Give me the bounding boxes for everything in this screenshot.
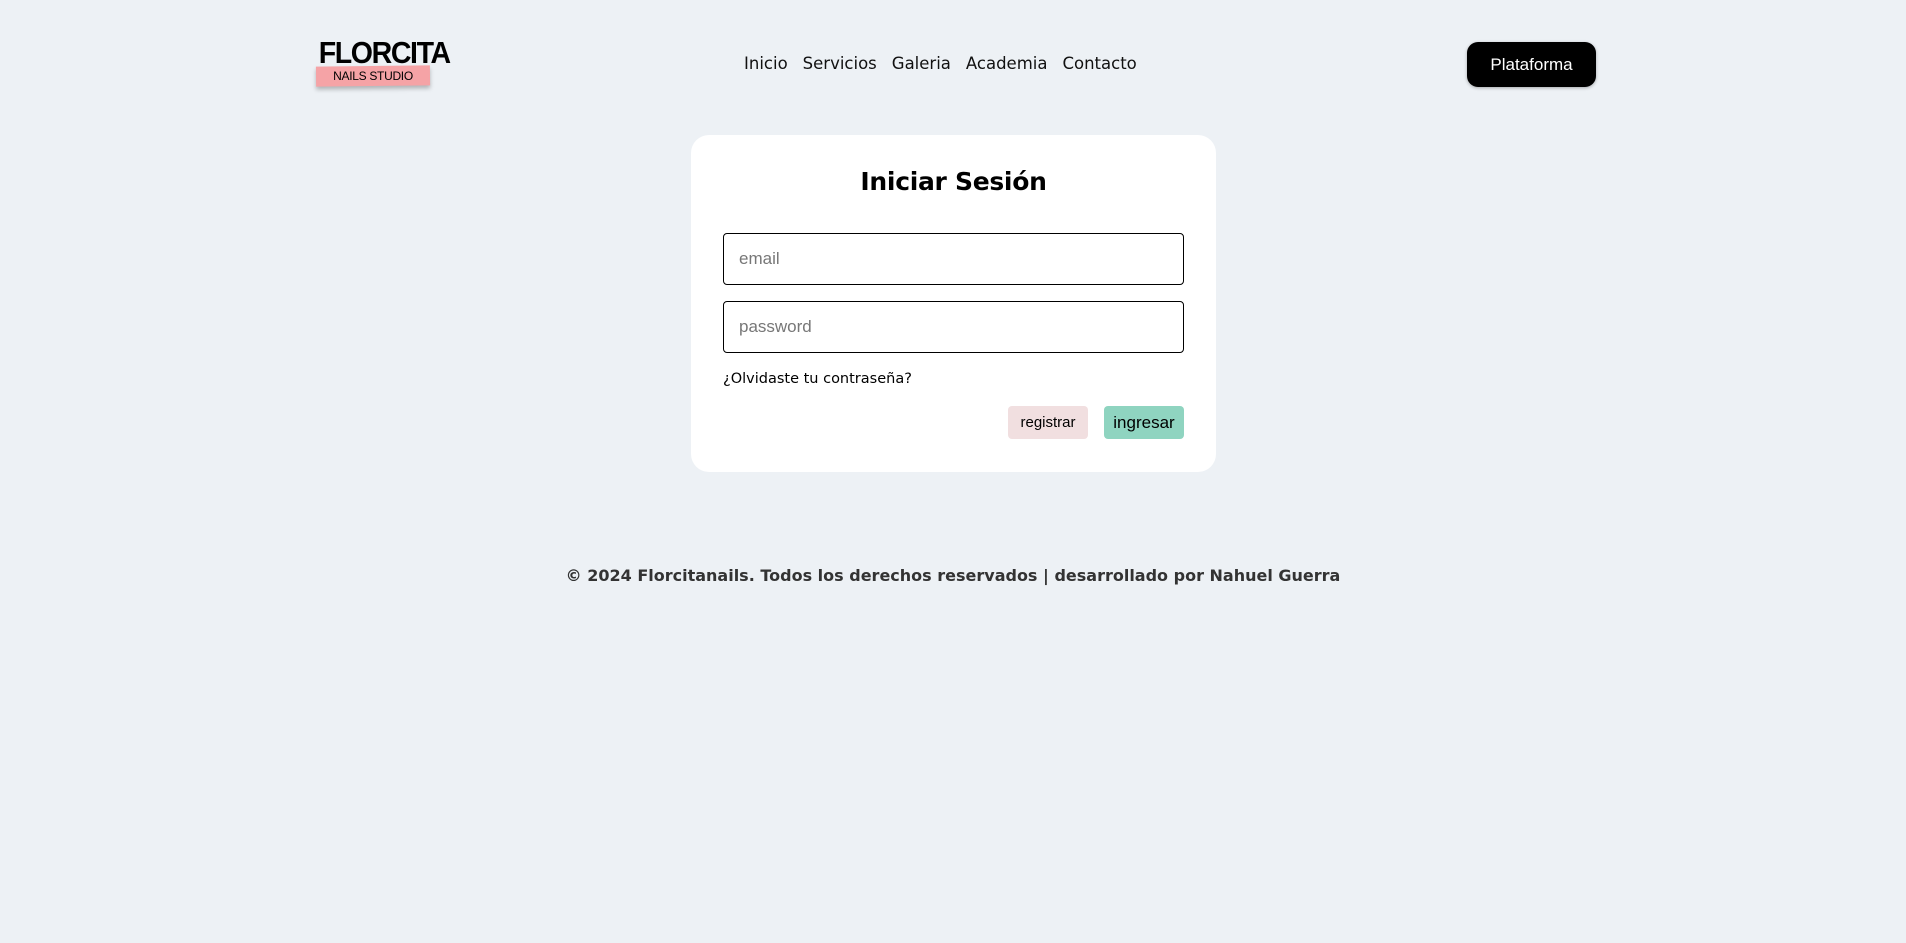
site-header: FLORCITA NAILS STUDIO Inicio Servicios G… xyxy=(0,0,1906,128)
login-card: Iniciar Sesión ¿Olvidaste tu contraseña?… xyxy=(691,135,1216,472)
site-footer: © 2024 Florcitanails. Todos los derechos… xyxy=(565,566,1341,585)
forgot-password-link[interactable]: ¿Olvidaste tu contraseña? xyxy=(723,369,912,389)
nav-link-servicios[interactable]: Servicios xyxy=(803,52,877,76)
register-button[interactable]: registrar xyxy=(1008,406,1088,439)
brand-logo[interactable]: FLORCITA NAILS STUDIO xyxy=(314,36,451,92)
logo-subtitle: NAILS STUDIO xyxy=(333,69,413,83)
nav-link-inicio[interactable]: Inicio xyxy=(744,52,788,76)
email-field[interactable] xyxy=(723,233,1184,285)
platform-button[interactable]: Plataforma xyxy=(1467,42,1596,87)
nav-link-contacto[interactable]: Contacto xyxy=(1062,52,1136,76)
nav-link-academia[interactable]: Academia xyxy=(966,52,1048,76)
main-nav: Inicio Servicios Galeria Academia Contac… xyxy=(744,52,1137,76)
password-field[interactable] xyxy=(723,301,1184,353)
login-button[interactable]: ingresar xyxy=(1104,406,1184,439)
login-title: Iniciar Sesión xyxy=(860,167,1047,196)
nav-link-galeria[interactable]: Galeria xyxy=(892,52,951,76)
